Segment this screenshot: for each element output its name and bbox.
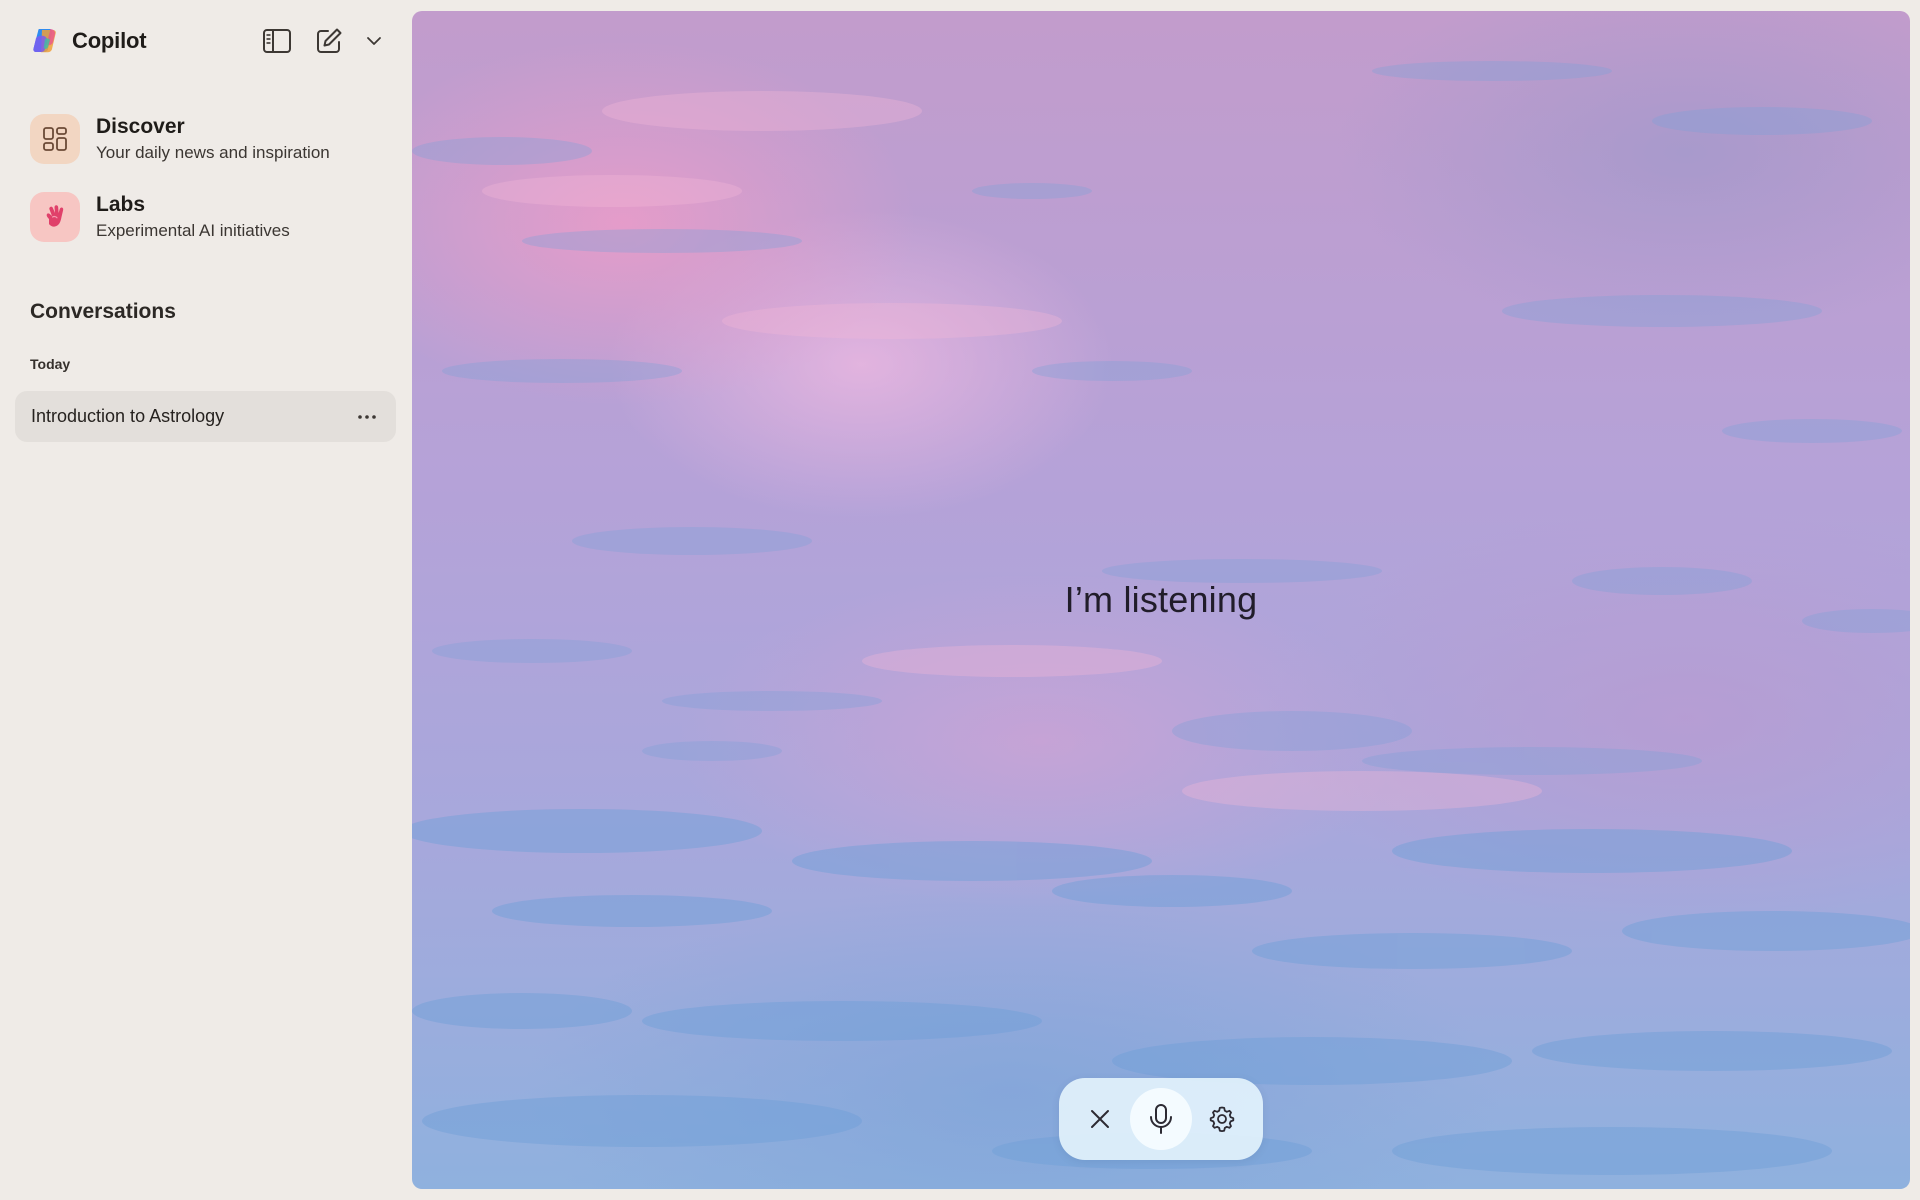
sidebar-toggle-button[interactable] <box>258 22 296 60</box>
nav-item-discover[interactable]: Discover Your daily news and inspiration <box>30 108 390 170</box>
voice-status-text: I’m listening <box>1064 579 1258 620</box>
nav-title-discover: Discover <box>96 115 185 138</box>
nav-item-labs[interactable]: Labs Experimental AI initiatives <box>30 186 390 248</box>
copilot-logo <box>33 29 56 53</box>
header-actions <box>258 22 386 60</box>
more-horizontal-icon <box>358 414 376 419</box>
nav-text-labs: Labs Experimental AI initiatives <box>96 193 290 241</box>
compose-icon <box>317 28 342 53</box>
sidebar-toggle-icon <box>263 29 291 53</box>
labs-icon-tile <box>30 192 80 242</box>
new-chat-button[interactable] <box>310 22 348 60</box>
grid-icon <box>43 127 67 151</box>
conversation-group-label: Today <box>30 356 71 372</box>
new-chat-dropdown-button[interactable] <box>362 22 386 60</box>
nav-text-discover: Discover Your daily news and inspiration <box>96 115 330 163</box>
close-icon <box>1090 1110 1109 1128</box>
gear-icon <box>1210 1106 1235 1132</box>
microphone-button[interactable] <box>1130 1088 1192 1150</box>
discover-icon-tile <box>30 114 80 164</box>
conversation-more-button[interactable] <box>352 402 382 432</box>
conversation-title: Introduction to Astrology <box>31 406 225 426</box>
conversations-heading: Conversations <box>30 300 176 323</box>
nav-title-labs: Labs <box>96 193 146 216</box>
hand-icon <box>46 205 64 227</box>
voice-settings-button[interactable] <box>1192 1088 1253 1150</box>
voice-controls <box>1059 1078 1263 1160</box>
nav-subtitle-labs: Experimental AI initiatives <box>96 221 290 240</box>
sidebar-header: Copilot <box>30 22 386 60</box>
brand[interactable]: Copilot <box>30 25 147 57</box>
app-name: Copilot <box>72 28 147 53</box>
conversation-item[interactable]: Introduction to Astrology <box>15 391 396 442</box>
nav-subtitle-discover: Your daily news and inspiration <box>96 143 330 162</box>
close-voice-button[interactable] <box>1069 1088 1130 1150</box>
voice-canvas: I’m listening <box>412 11 1910 1189</box>
microphone-icon <box>1149 1104 1172 1134</box>
chevron-down-icon <box>367 37 381 45</box>
sidebar: Copilot Discover Your daily news and ins… <box>0 0 412 1200</box>
